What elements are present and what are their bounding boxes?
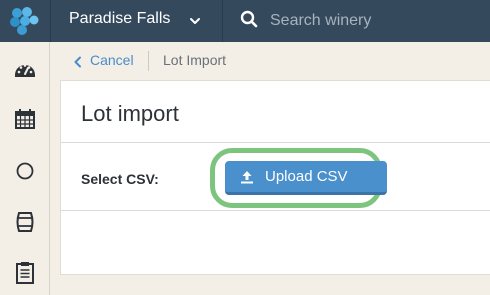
upload-icon [239, 169, 255, 189]
sidebar [0, 42, 50, 295]
breadcrumb-divider [148, 51, 149, 71]
upload-csv-button[interactable]: Upload CSV [225, 161, 387, 195]
divider [61, 142, 490, 143]
chevron-down-icon [189, 14, 201, 32]
search-icon [240, 10, 258, 33]
top-bar: Paradise Falls [0, 0, 490, 42]
upload-button-label: Upload CSV [265, 168, 348, 185]
search-bar [224, 0, 490, 42]
circle-icon[interactable] [13, 159, 37, 183]
search-input[interactable] [270, 8, 485, 34]
winery-name: Paradise Falls [69, 10, 171, 27]
barrel-icon[interactable] [13, 210, 37, 234]
chevron-left-icon[interactable] [73, 55, 83, 73]
clipboard-icon[interactable] [13, 260, 37, 284]
cancel-link[interactable]: Cancel [90, 52, 134, 68]
dashboard-gauge-icon[interactable] [13, 58, 37, 82]
select-csv-label: Select CSV: [81, 171, 159, 187]
app-logo-icon[interactable] [0, 0, 50, 42]
winery-selector[interactable]: Paradise Falls [50, 0, 223, 42]
page-title: Lot import [81, 101, 179, 126]
breadcrumb: Cancel Lot Import [50, 42, 490, 80]
divider [61, 210, 490, 211]
calendar-icon[interactable] [13, 107, 37, 131]
lot-import-card: Lot import Select CSV: Upload CSV [60, 80, 490, 275]
breadcrumb-current: Lot Import [163, 52, 227, 68]
